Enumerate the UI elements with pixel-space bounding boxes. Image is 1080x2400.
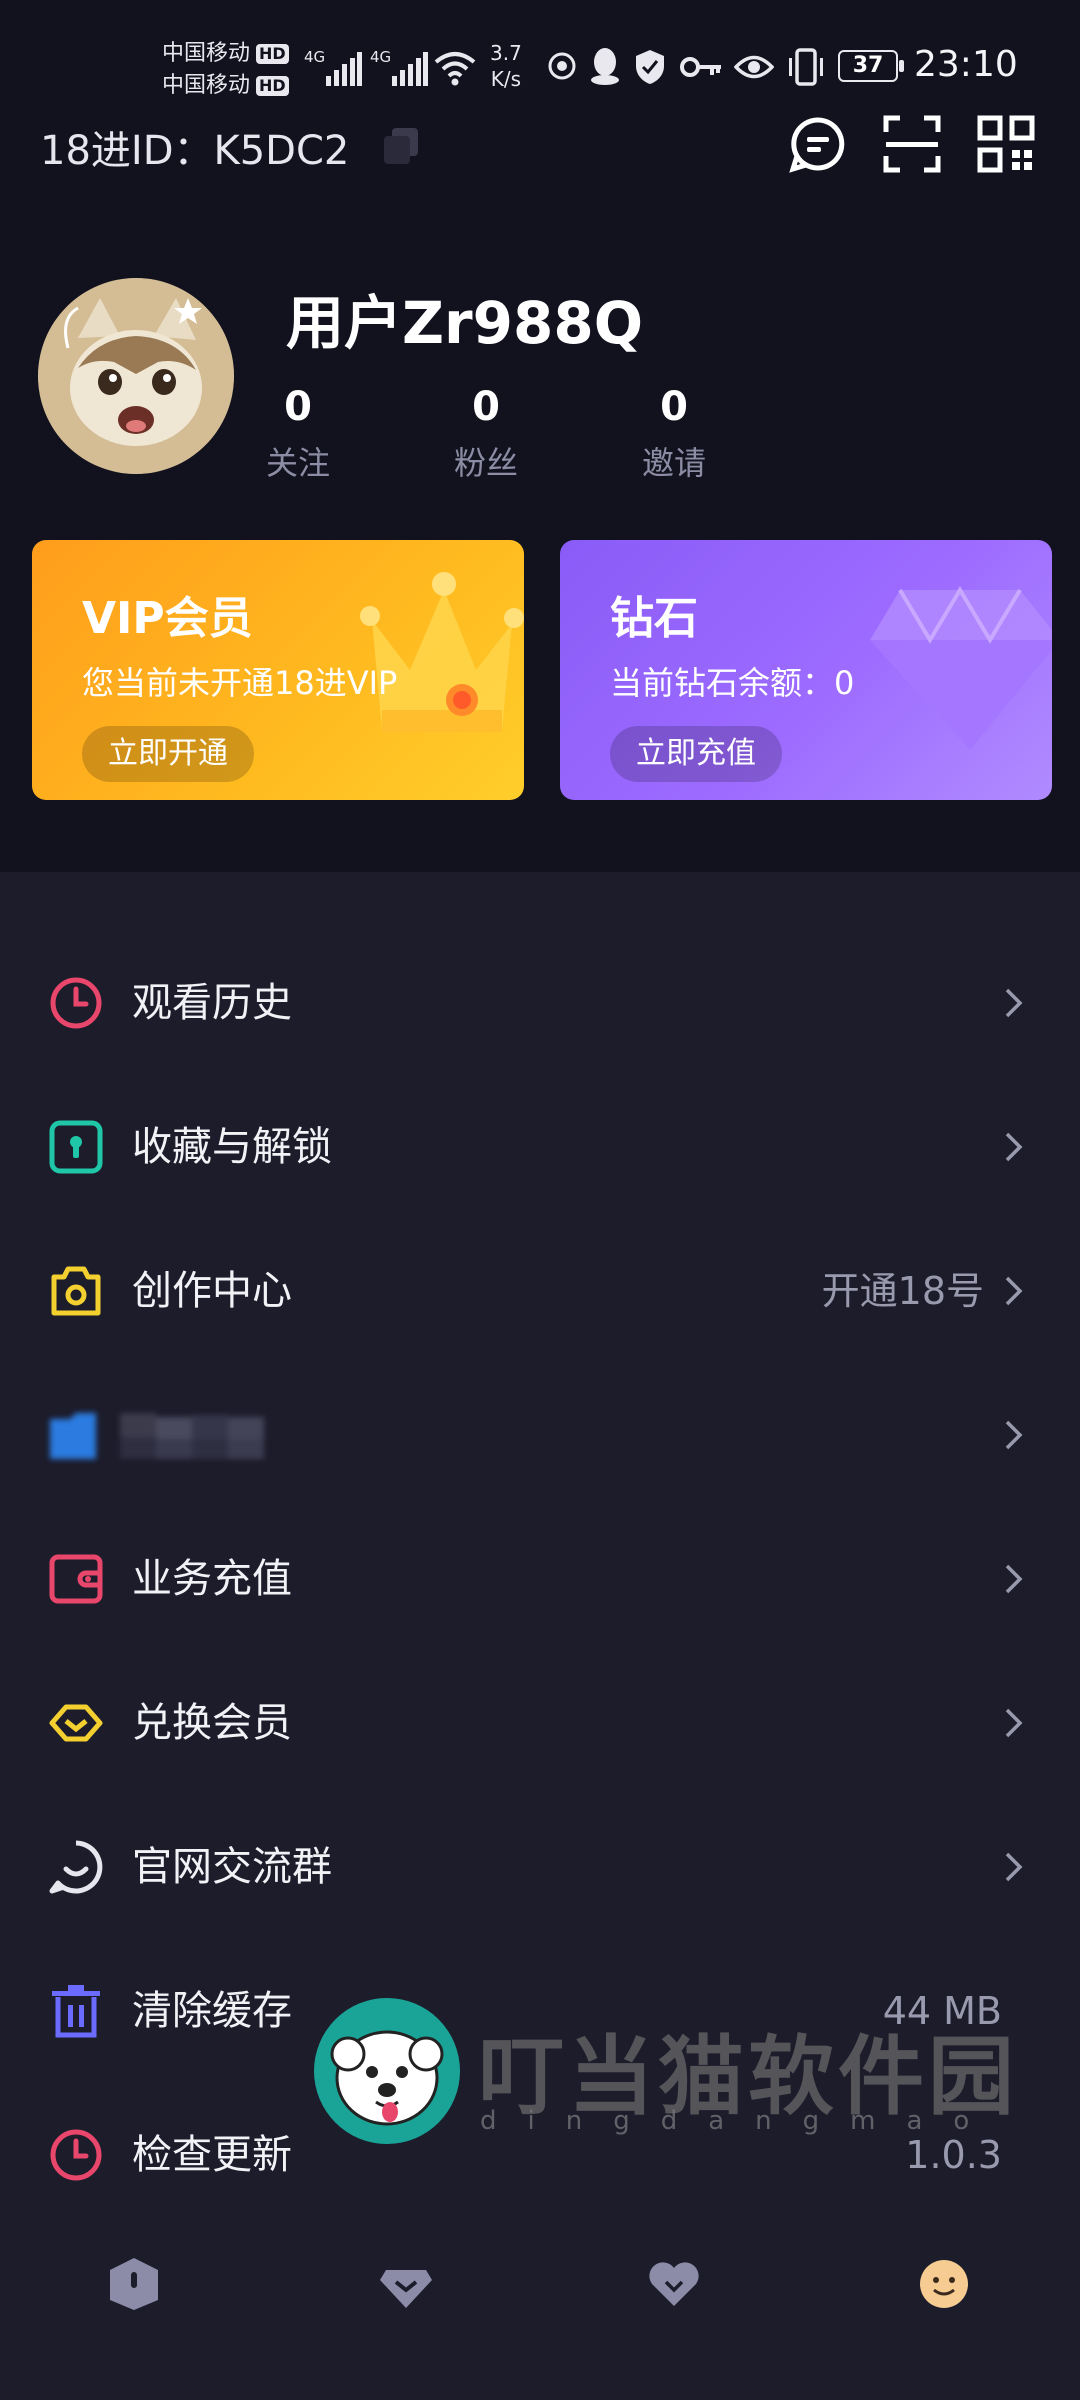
stat-label: 粉丝 <box>453 444 518 482</box>
chevron-right-icon <box>1005 1564 1023 1594</box>
ticket-icon <box>49 1704 103 1742</box>
chevron-right-icon <box>1005 1132 1023 1162</box>
chevron-right-icon <box>1005 1852 1023 1882</box>
copy-icon[interactable] <box>384 128 418 164</box>
menu-item-redacted[interactable] <box>0 1363 1080 1507</box>
net-speed-value: 3.7 <box>490 41 522 65</box>
menu-item-redeem[interactable]: 兑换会员 <box>0 1651 1080 1795</box>
clock: 23:10 <box>914 44 1018 85</box>
carrier-1: 中国移动 <box>162 41 251 66</box>
eye-icon <box>734 55 774 79</box>
diamond-icon <box>870 586 1052 750</box>
network-type-2: 4G <box>370 48 392 66</box>
diamond-balance: 当前钻石余额：0 <box>610 664 855 702</box>
update-icon <box>50 2129 102 2181</box>
chevron-right-icon <box>1005 1708 1023 1738</box>
wallet-icon <box>49 1554 103 1604</box>
qq-icon <box>591 48 619 85</box>
menu-label: 业务充值 <box>132 1556 292 1602</box>
trash-icon <box>52 1985 100 2038</box>
cat-avatar-image <box>38 278 234 474</box>
menu-item-history[interactable]: 观看历史 <box>0 931 1080 1075</box>
stat-following[interactable]: 0 关注 <box>238 384 358 484</box>
lock-icon <box>49 1120 103 1174</box>
chevron-right-icon <box>1005 1420 1023 1450</box>
chat-icon <box>49 1840 103 1894</box>
history-icon <box>50 977 102 1029</box>
message-icon[interactable] <box>788 114 848 174</box>
vip-title: VIP会员 <box>82 593 253 644</box>
diamond-title: 钻石 <box>610 593 698 644</box>
signal-icon <box>392 52 428 86</box>
network-type-1: 4G <box>304 48 326 66</box>
diamond-card[interactable]: 钻石 当前钻石余额：0 立即充值 <box>560 540 1052 800</box>
hd-badge: HD <box>256 76 289 96</box>
menu-label: 创作中心 <box>132 1268 292 1314</box>
folder-icon <box>50 1413 264 1459</box>
nfc-icon <box>548 52 576 80</box>
menu-item-creator-center[interactable]: 创作中心 开通18号 <box>0 1219 1080 1363</box>
menu-label: 收藏与解锁 <box>132 1124 332 1170</box>
hd-badge: HD <box>256 44 289 64</box>
stat-invites[interactable]: 0 邀请 <box>614 384 734 484</box>
scan-icon[interactable] <box>882 114 942 174</box>
chevron-right-icon <box>1005 988 1023 1018</box>
status-bar: 中国移动 HD 中国移动 HD 4G 4G 3.7 K/s 37 23:10 <box>0 30 1080 110</box>
bottom-tab-bar <box>0 2200 1080 2400</box>
username: 用户Zr988Q <box>286 289 644 357</box>
menu-label: 观看历史 <box>132 980 292 1026</box>
stat-label: 邀请 <box>641 444 706 482</box>
avatar[interactable] <box>38 278 234 474</box>
watermark: 叮当猫软件园 dingdangmao <box>314 1994 1034 2144</box>
tab-diamond-icon[interactable] <box>376 2254 436 2314</box>
qrcode-icon[interactable] <box>976 114 1036 174</box>
camera-icon <box>51 1266 101 1316</box>
profile-header-section: 中国移动 HD 中国移动 HD 4G 4G 3.7 K/s 37 23:10 1… <box>0 0 1080 872</box>
vip-activate-button[interactable]: 立即开通 <box>82 726 254 782</box>
watermark-subtitle: dingdangmao <box>480 2106 1001 2136</box>
menu-value: 开通18号 <box>821 1269 984 1313</box>
tab-profile-icon[interactable] <box>914 2254 974 2314</box>
wifi-icon <box>434 52 476 86</box>
menu-item-favorites[interactable]: 收藏与解锁 <box>0 1075 1080 1219</box>
tab-home-icon[interactable] <box>104 2254 164 2314</box>
menu-item-community-group[interactable]: 官网交流群 <box>0 1795 1080 1939</box>
menu-item-recharge[interactable]: 业务充值 <box>0 1507 1080 1651</box>
vibrate-icon <box>789 48 823 86</box>
stat-value: 0 <box>472 384 500 430</box>
stat-followers[interactable]: 0 粉丝 <box>426 384 546 484</box>
net-speed-unit: K/s <box>490 67 522 91</box>
net-speed: 3.7 K/s <box>490 40 522 92</box>
signal-icon <box>326 52 362 86</box>
menu-label: 清除缓存 <box>132 1988 292 2034</box>
stat-value: 0 <box>284 384 312 430</box>
stat-label: 关注 <box>265 444 330 482</box>
tab-favorite-icon[interactable] <box>644 2254 704 2314</box>
user-id-label: 18进ID：K5DC2 <box>40 128 350 174</box>
shield-icon <box>636 50 664 84</box>
diamond-recharge-button[interactable]: 立即充值 <box>610 726 782 782</box>
chevron-right-icon <box>1005 1276 1023 1306</box>
vip-card[interactable]: VIP会员 您当前未开通18进VIP 立即开通 <box>32 540 524 800</box>
key-icon <box>680 57 721 77</box>
watermark-dog-logo <box>314 1998 460 2144</box>
menu-label: 检查更新 <box>132 2132 292 2178</box>
menu-label: 官网交流群 <box>132 1844 332 1890</box>
carrier-info: 中国移动 HD 中国移动 HD <box>162 38 289 102</box>
vip-subtitle: 您当前未开通18进VIP <box>82 664 398 702</box>
stat-value: 0 <box>660 384 688 430</box>
menu-label: 兑换会员 <box>132 1700 292 1746</box>
battery-icon: 37 <box>838 50 904 82</box>
carrier-2: 中国移动 <box>162 73 251 98</box>
